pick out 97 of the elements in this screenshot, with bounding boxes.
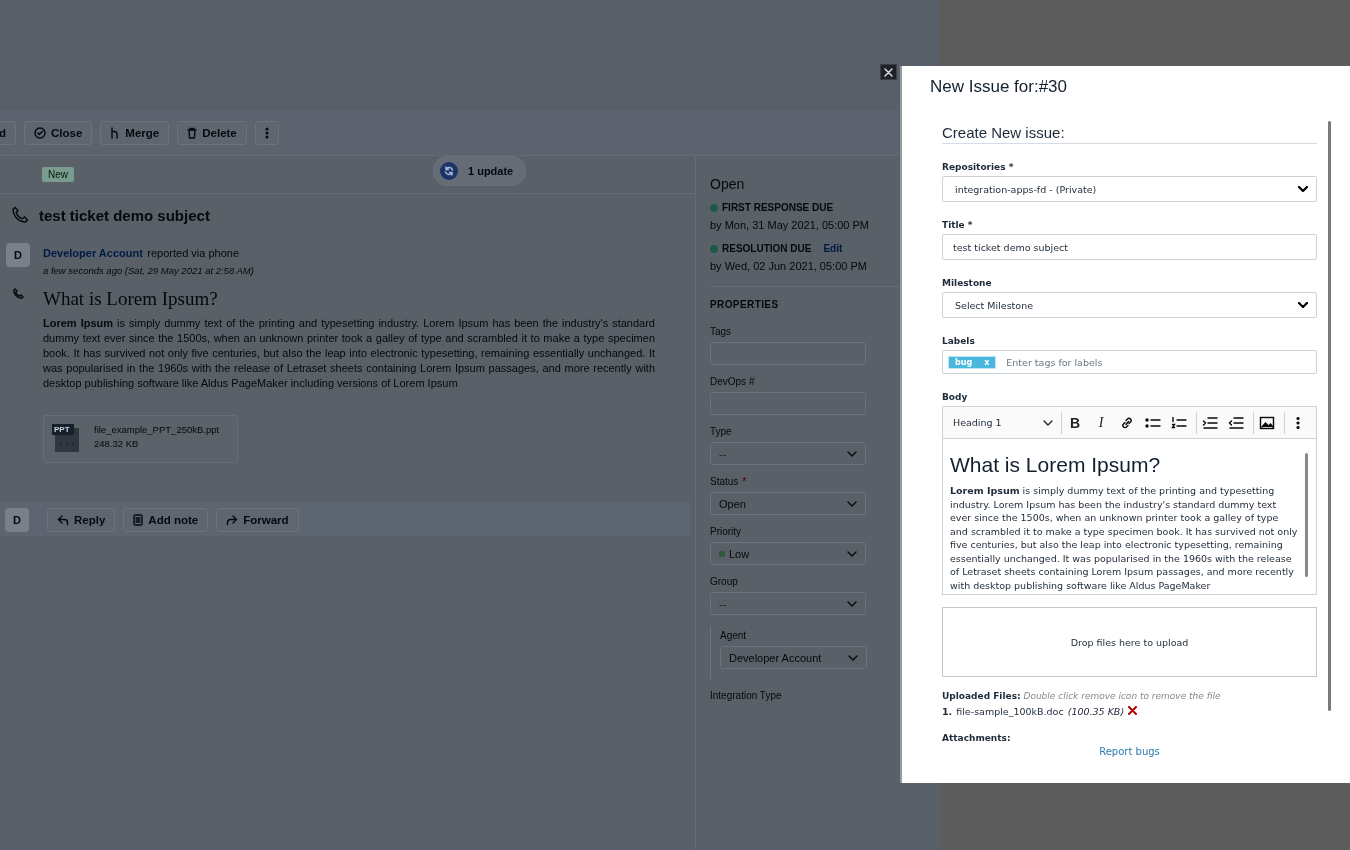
scrollbar[interactable]: [1305, 453, 1308, 577]
uploaded-label: Uploaded Files:: [942, 691, 1021, 701]
section-title: PROPERTIES: [710, 299, 780, 310]
select-field[interactable]: Select Milestone: [942, 292, 1317, 318]
outdent-icon: [1228, 415, 1244, 430]
label-tag[interactable]: bug x: [948, 355, 997, 369]
due-date: by Wed, 02 Jun 2021, 05:00 PM: [710, 259, 868, 274]
select-field[interactable]: --: [710, 592, 866, 615]
attachment-card[interactable]: PPT file_example_PPT_250kB.ppt 248.32 KB: [43, 415, 238, 463]
attachments-label: Attachments:: [942, 733, 1012, 743]
chevron-down-icon: [847, 600, 857, 607]
field-label: Milestone: [942, 278, 993, 288]
reply-icon: [57, 513, 69, 526]
note-button[interactable]: Add note: [123, 507, 209, 532]
sla-label: FIRST RESPONSE DUE: [722, 202, 834, 213]
file-size: (100.35 KB): [1067, 706, 1125, 717]
sync-icon: [444, 166, 454, 176]
tags-field[interactable]: bug x Enter tags for labels: [942, 350, 1317, 374]
close-button[interactable]: [880, 64, 897, 80]
select-field[interactable]: Open: [710, 492, 866, 515]
reply-button[interactable]: Reply: [47, 507, 116, 532]
chevron-down-icon: [1298, 186, 1308, 192]
note-icon: [133, 513, 144, 526]
editor-heading: What is Lorem Ipsum?: [950, 453, 1162, 477]
scrollbar[interactable]: [1328, 121, 1331, 711]
merge-button[interactable]: Merge: [100, 120, 170, 145]
select-field[interactable]: --: [710, 442, 866, 465]
field-label: Type: [710, 426, 732, 437]
numbered-list-icon: [1171, 415, 1187, 430]
more-icon: [1296, 415, 1300, 430]
field-label: Integration Type: [710, 690, 782, 701]
block-style-dropdown[interactable]: Heading 1: [943, 411, 1062, 434]
edit-link[interactable]: Edit: [823, 243, 843, 254]
field-label: Group: [710, 576, 738, 587]
merge-icon: [110, 126, 121, 139]
field-label: Title *: [942, 220, 974, 230]
select-field[interactable]: integration-apps-fd - (Private): [942, 176, 1317, 202]
source-text: reported via phone: [147, 247, 240, 259]
delete-button[interactable]: Delete: [177, 120, 247, 145]
field-label: DevOps #: [710, 376, 755, 387]
message-body: Lorem Ipsum is simply dummy text of the printing and typesetting industry. Lorem Ipsum has been the industry's standard dummy text ever since the 1500s, when an unknown printer took a galley of type and scrambled it to make a type specimen book. It has survived not only five centuries, but also the leap into electronic typesetting, remaining essentially unchanged. It was popularised in the 1960s with the release of Letraset sheets containing Lorem Ipsum passages, and more recently with desktop publishing software like Aldus PageMaker including versions of Lorem Ipsum: [43, 316, 655, 391]
author-link[interactable]: Developer Account: [43, 247, 143, 259]
close-button[interactable]: Close: [24, 120, 93, 145]
field-label: Priority: [710, 526, 742, 537]
rich-text-editor[interactable]: [942, 406, 1317, 595]
avatar: D: [5, 507, 29, 532]
file-name: file_example_PPT_250kB.ppt: [94, 424, 220, 435]
italic-button[interactable]: I: [1088, 411, 1114, 434]
chevron-down-icon: [1298, 302, 1308, 308]
forward-button[interactable]: d: [0, 120, 17, 145]
report-bugs-link[interactable]: Report bugs: [1099, 746, 1160, 757]
chevron-down-icon: [848, 654, 858, 661]
required-mark: *: [742, 476, 747, 487]
chevron-down-icon: [1043, 419, 1053, 426]
file-size: 248.32 KB: [94, 438, 140, 449]
file-name: file-sample_100kB.doc: [956, 706, 1064, 717]
modal-title: New Issue for:#30: [929, 76, 1068, 98]
timestamp: a few seconds ago (Sat, 29 May 2021 at 2:58 AM): [43, 265, 254, 276]
form-heading: Create New issue:: [942, 109, 1317, 144]
phone-icon: [12, 288, 24, 300]
select-field[interactable]: Developer Account: [720, 646, 867, 669]
indent-icon: [1202, 415, 1218, 430]
more-icon: [264, 126, 269, 139]
image-icon: [1259, 415, 1275, 430]
trash-icon: [187, 126, 198, 139]
field-label: Tags: [710, 326, 732, 337]
select-field[interactable]: Low: [710, 542, 866, 565]
file-dropzone[interactable]: Drop files here to upload: [942, 607, 1317, 677]
field-label: Agent: [720, 630, 747, 641]
chevron-down-icon: [847, 550, 857, 557]
update-pill[interactable]: 1 update: [433, 156, 527, 186]
field-label: Body: [942, 392, 969, 402]
input-field[interactable]: test ticket demo subject: [942, 234, 1317, 260]
chevron-down-icon: [847, 450, 857, 457]
due-date: by Mon, 31 May 2021, 05:00 PM: [710, 218, 870, 233]
phone-icon: [11, 206, 29, 224]
bold-button[interactable]: B: [1062, 411, 1088, 434]
check-circle-icon: [34, 126, 47, 139]
forward-icon: [226, 513, 239, 526]
message-heading: What is Lorem Ipsum?: [43, 288, 219, 310]
field-label: Status: [710, 476, 739, 487]
forward-button[interactable]: Forward: [216, 507, 299, 532]
avatar: D: [6, 243, 30, 267]
remove-icon: [1128, 706, 1138, 715]
status-badge: New: [42, 167, 74, 182]
editor-paragraph: Lorem Ipsum is simply dummy text of the printing and typesetting industry. Lorem Ipsum has been the industry's standard dummy text ever since the 1500s, when an unknown printer took a galley of type and scrambled it to make a type specimen book. It has survived not only five centuries, but also the leap into electronic typesetting, remaining essentially unchanged. It was popularised in the 1960s with the release of Letraset sheets containing Lorem Ipsum passages, and more recently with desktop publishing software like Aldus PageMaker: [950, 484, 1299, 592]
chevron-down-icon: [847, 500, 857, 507]
list-number: 1.: [942, 706, 953, 717]
hint-text: Double click remove icon to remove the file: [1023, 691, 1221, 701]
close-icon: [884, 67, 893, 77]
field-label: Repositories *: [942, 162, 1015, 172]
ticket-subject: test ticket demo subject: [39, 206, 210, 224]
bullet-list-icon: [1145, 415, 1161, 430]
ticket-status: Open: [710, 176, 746, 192]
link-icon: [1120, 415, 1134, 430]
field-label: Labels: [942, 336, 976, 346]
sla-label: RESOLUTION DUE: [722, 243, 812, 254]
